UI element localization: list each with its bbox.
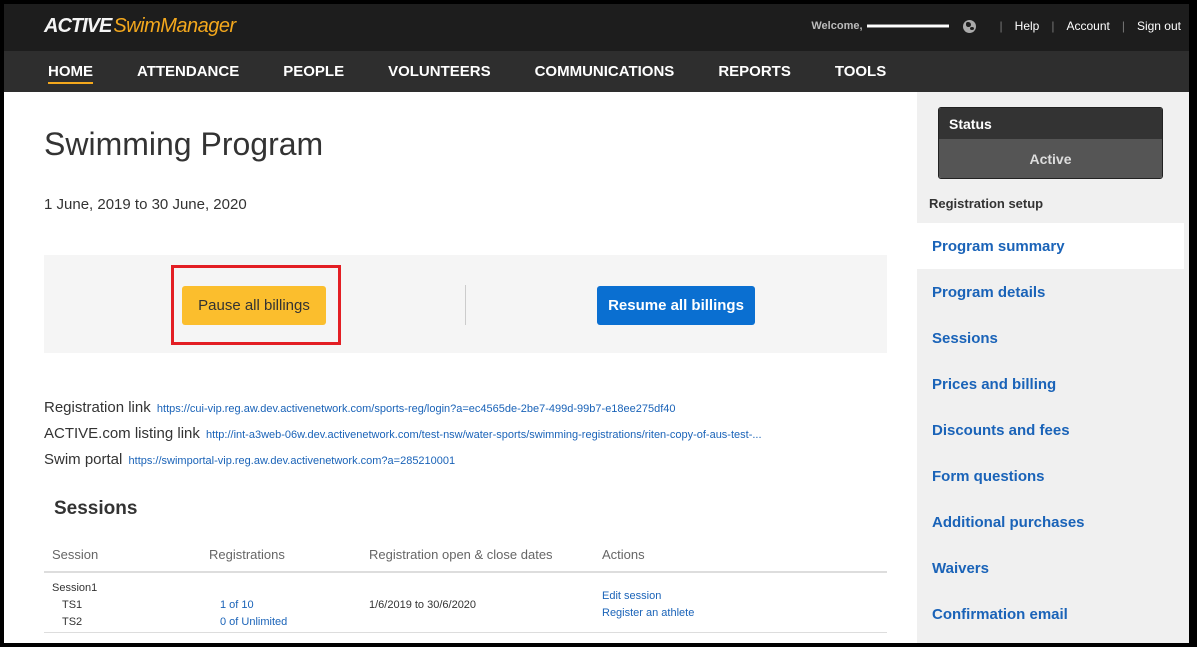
- sidebar-item-form-questions[interactable]: Form questions: [917, 453, 1184, 499]
- account-link[interactable]: Account: [1066, 19, 1109, 33]
- active-swimmanager-logo[interactable]: ACTIVE SwimManager: [44, 15, 236, 39]
- sidebar-item-program-summary[interactable]: Program summary: [917, 223, 1184, 269]
- col-session: Session: [52, 546, 99, 562]
- listing-link[interactable]: http://int-a3web-06w.dev.activenetwork.c…: [206, 429, 762, 441]
- divider: [465, 285, 466, 325]
- top-bar: ACTIVE SwimManager Welcome, | Help | Acc…: [4, 4, 1189, 51]
- registrations-count[interactable]: 1 of 10: [220, 599, 254, 611]
- sign-out-link[interactable]: Sign out: [1137, 19, 1181, 33]
- sessions-heading: Sessions: [54, 498, 138, 519]
- sub-session: TS2: [62, 616, 83, 628]
- table-row: Session1 TS1 TS2 1 of 10 0 of Unlimited …: [44, 573, 887, 633]
- logo-swim-text: SwimManager: [113, 15, 236, 37]
- nav-item-tools[interactable]: TOOLS: [835, 51, 886, 92]
- swim-portal-row: Swim portal https://swimportal-vip.reg.a…: [44, 451, 455, 468]
- sidebar: Status Active Registration setup Program…: [917, 92, 1189, 643]
- registration-link-label: Registration link: [44, 399, 151, 416]
- table-header: Session Registrations Registration open …: [44, 537, 887, 573]
- page-title: Swimming Program: [44, 126, 324, 162]
- logo-active-text: ACTIVE: [44, 15, 112, 37]
- sessions-table: Session Registrations Registration open …: [44, 537, 887, 633]
- main-nav: HOME ATTENDANCE PEOPLE VOLUNTEERS COMMUN…: [4, 51, 1189, 92]
- help-link[interactable]: Help: [1015, 19, 1040, 33]
- welcome-text: Welcome,: [811, 20, 863, 32]
- sidebar-item-program-details[interactable]: Program details: [917, 269, 1184, 315]
- col-actions: Actions: [602, 546, 645, 562]
- session-name: Session1: [52, 582, 98, 594]
- program-dates: 1 June, 2019 to 30 June, 2020: [44, 196, 247, 213]
- register-athlete-link[interactable]: Register an athlete: [602, 607, 694, 619]
- pause-all-billings-button[interactable]: Pause all billings: [182, 286, 326, 325]
- registration-link-row: Registration link https://cui-vip.reg.aw…: [44, 399, 676, 416]
- nav-item-volunteers[interactable]: VOLUNTEERS: [388, 51, 491, 92]
- listing-link-label: ACTIVE.com listing link: [44, 425, 200, 442]
- user-menu: Welcome, | Help | Account | Sign out: [811, 19, 1181, 33]
- edit-session-link[interactable]: Edit session: [602, 590, 661, 602]
- registration-setup-heading: Registration setup: [929, 196, 1044, 211]
- redacted-username: [866, 24, 949, 28]
- resume-all-billings-button[interactable]: Resume all billings: [597, 286, 755, 325]
- registrations-count[interactable]: 0 of Unlimited: [220, 616, 287, 628]
- registration-link[interactable]: https://cui-vip.reg.aw.dev.activenetwork…: [157, 403, 676, 415]
- session-dates: 1/6/2019 to 30/6/2020: [369, 599, 477, 611]
- billing-controls: Pause all billings Resume all billings: [44, 255, 887, 353]
- sidebar-item-additional-purchases[interactable]: Additional purchases: [917, 499, 1184, 545]
- nav-item-people[interactable]: PEOPLE: [283, 51, 344, 92]
- status-box: Status Active: [938, 107, 1163, 179]
- sidebar-item-discounts-fees[interactable]: Discounts and fees: [917, 407, 1184, 453]
- listing-link-row: ACTIVE.com listing link http://int-a3web…: [44, 425, 762, 442]
- nav-item-communications[interactable]: COMMUNICATIONS: [535, 51, 675, 92]
- status-value: Active: [939, 139, 1162, 178]
- app-frame: ACTIVE SwimManager Welcome, | Help | Acc…: [4, 4, 1189, 643]
- sidebar-item-waivers[interactable]: Waivers: [917, 545, 1184, 591]
- nav-item-attendance[interactable]: ATTENDANCE: [137, 51, 239, 92]
- sidebar-item-prices-billing[interactable]: Prices and billing: [917, 361, 1184, 407]
- col-registrations: Registrations: [209, 546, 285, 562]
- status-label: Status: [939, 108, 1162, 139]
- main-content: Swimming Program 1 June, 2019 to 30 June…: [4, 92, 916, 643]
- globe-icon[interactable]: [962, 19, 976, 33]
- swim-portal-label: Swim portal: [44, 451, 123, 468]
- swim-portal-link[interactable]: https://swimportal-vip.reg.aw.dev.active…: [129, 455, 456, 467]
- nav-item-reports[interactable]: REPORTS: [718, 51, 791, 92]
- sidebar-item-confirmation-email[interactable]: Confirmation email: [917, 591, 1184, 637]
- sub-session: TS1: [62, 599, 83, 611]
- col-dates: Registration open & close dates: [369, 546, 553, 562]
- sidebar-item-sessions[interactable]: Sessions: [917, 315, 1184, 361]
- nav-item-home[interactable]: HOME: [48, 51, 93, 92]
